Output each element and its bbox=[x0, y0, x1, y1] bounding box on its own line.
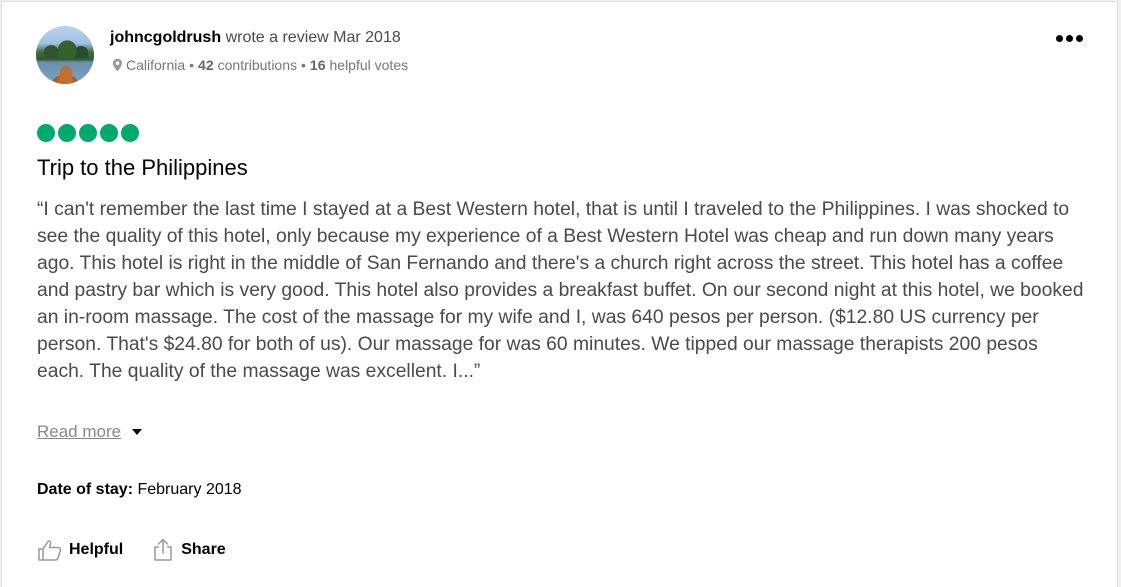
review-actions: Helpful Share bbox=[37, 538, 226, 562]
more-dot bbox=[1075, 34, 1083, 42]
share-icon bbox=[154, 538, 172, 561]
wrote-review-text: wrote a review Mar 2018 bbox=[225, 29, 401, 46]
more-dot bbox=[1065, 34, 1073, 42]
read-more-link[interactable]: Read more bbox=[37, 422, 143, 442]
share-button[interactable]: Share bbox=[151, 538, 226, 562]
more-dot bbox=[1055, 34, 1063, 42]
review-title[interactable]: Trip to the Philippines bbox=[37, 155, 248, 181]
contributions-count: 42 bbox=[198, 57, 214, 73]
date-of-stay: Date of stay: February 2018 bbox=[37, 481, 242, 499]
read-more-label: Read more bbox=[37, 422, 122, 441]
separator: • bbox=[189, 57, 195, 73]
date-of-stay-value: February 2018 bbox=[137, 481, 242, 498]
chevron-down-icon bbox=[132, 429, 143, 435]
location-pin-icon bbox=[113, 58, 122, 72]
rating-bubble bbox=[58, 124, 76, 142]
more-options-icon[interactable] bbox=[1053, 30, 1085, 46]
rating-bubble bbox=[121, 124, 139, 142]
helpful-votes-label: helpful votes bbox=[329, 57, 409, 73]
helpful-label: Helpful bbox=[69, 541, 124, 558]
review-card: johncgoldrush wrote a review Mar 2018 Ca… bbox=[1, 1, 1118, 587]
location-text: California bbox=[126, 57, 186, 73]
rating-bubbles bbox=[37, 124, 139, 142]
rating-bubble bbox=[79, 124, 97, 142]
date-of-stay-label: Date of stay: bbox=[37, 481, 134, 498]
username-link[interactable]: johncgoldrush bbox=[110, 29, 221, 46]
avatar-boat bbox=[60, 66, 72, 84]
helpful-votes-count: 16 bbox=[309, 57, 326, 73]
reviewer-meta: California • 42 contributions • 16 helpf… bbox=[112, 57, 408, 73]
thumbs-up-icon bbox=[38, 540, 62, 561]
separator: • bbox=[301, 57, 306, 73]
avatar-trees bbox=[42, 40, 88, 58]
helpful-button[interactable]: Helpful bbox=[37, 538, 123, 562]
rating-bubble bbox=[37, 124, 55, 142]
review-body: “I can't remember the last time I stayed… bbox=[37, 199, 1084, 382]
contributions-label: contributions bbox=[217, 57, 298, 73]
rating-bubble bbox=[100, 124, 118, 142]
reviewer-line: johncgoldrush wrote a review Mar 2018 bbox=[110, 29, 401, 47]
share-label: Share bbox=[181, 541, 226, 558]
avatar[interactable] bbox=[36, 26, 94, 84]
